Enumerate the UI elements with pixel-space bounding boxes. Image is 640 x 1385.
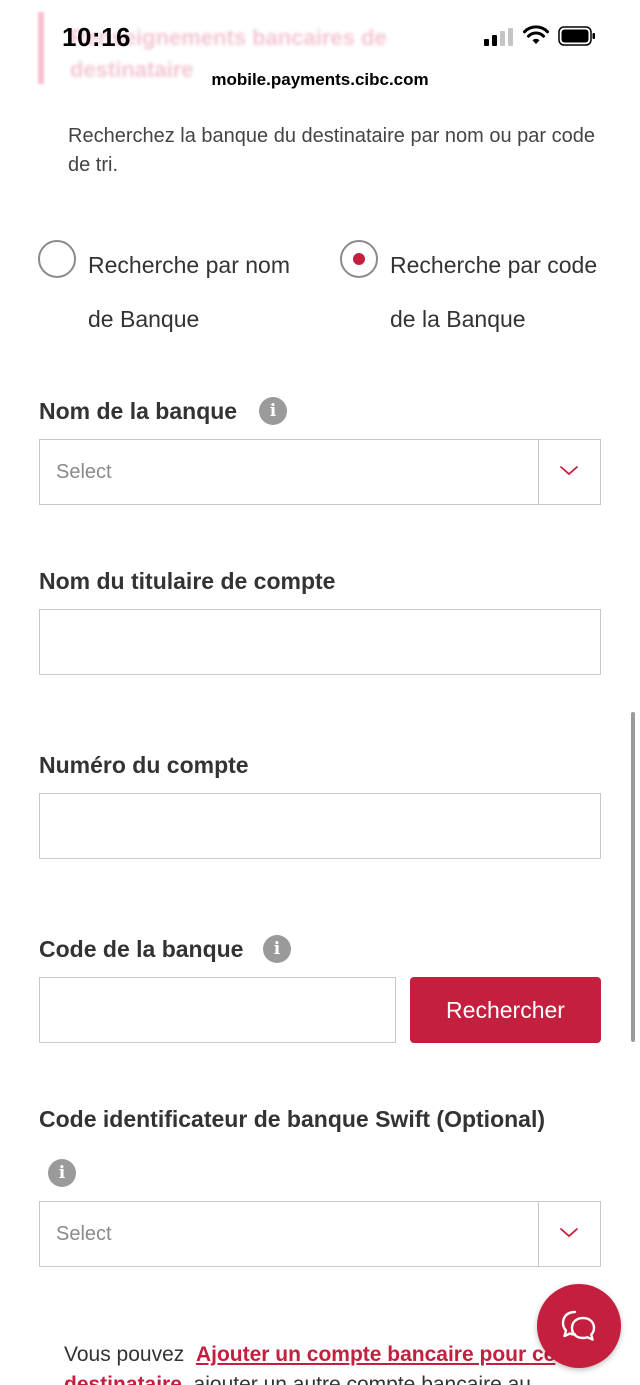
footer-prefix: Vous pouvez xyxy=(64,1343,185,1366)
bank-name-label: Nom de la banque xyxy=(39,398,238,424)
select-divider xyxy=(537,1202,539,1266)
radio-button-checked[interactable] xyxy=(340,240,378,278)
info-icon[interactable]: i xyxy=(259,397,287,425)
status-time: 10:16 xyxy=(62,22,131,52)
account-holder-label: Nom du titulaire de compte xyxy=(39,568,336,594)
account-holder-input[interactable] xyxy=(39,609,601,675)
bank-code-input[interactable] xyxy=(39,977,396,1043)
info-icon[interactable]: i xyxy=(263,935,291,963)
select-divider xyxy=(537,440,539,504)
radio-label-name: Recherche par nom de Banque xyxy=(88,252,290,332)
intro-text: Recherchez la banque du destinataire par… xyxy=(68,125,596,176)
chat-icon xyxy=(561,1310,596,1341)
status-bar: Renseignements bancaires de destinataire… xyxy=(0,0,640,96)
cellular-signal-icon xyxy=(484,28,514,46)
bank-name-select-value: Select xyxy=(56,461,112,483)
footer-suffix: , ajouter un autre compte bancaire au xyxy=(181,1373,531,1385)
chevron-down-icon[interactable] xyxy=(558,462,580,478)
search-button[interactable]: Rechercher xyxy=(410,977,601,1043)
swift-code-select-value: Select xyxy=(56,1223,112,1245)
bank-code-label: Code de la banque xyxy=(39,936,244,962)
info-icon[interactable]: i xyxy=(48,1159,76,1187)
scrollbar[interactable] xyxy=(631,712,635,1042)
bank-name-select[interactable]: Select xyxy=(39,439,601,505)
chevron-down-icon[interactable] xyxy=(558,1224,580,1240)
url-bar[interactable]: mobile.payments.cibc.com xyxy=(0,70,640,90)
swift-code-label: Code identificateur de banque Swift (Opt… xyxy=(39,1106,546,1132)
radio-button-unchecked[interactable] xyxy=(38,240,76,278)
wifi-icon xyxy=(523,25,549,44)
footer-text: Vous pouvez Ajouter un compte bancaire p… xyxy=(64,1340,574,1385)
account-number-input[interactable] xyxy=(39,793,601,859)
chat-button[interactable] xyxy=(537,1284,621,1368)
battery-icon xyxy=(558,26,595,46)
radio-label-code: Recherche par code de la Banque xyxy=(390,252,598,332)
swift-code-select[interactable]: Select xyxy=(39,1201,601,1267)
account-number-label: Numéro du compte xyxy=(39,752,249,778)
